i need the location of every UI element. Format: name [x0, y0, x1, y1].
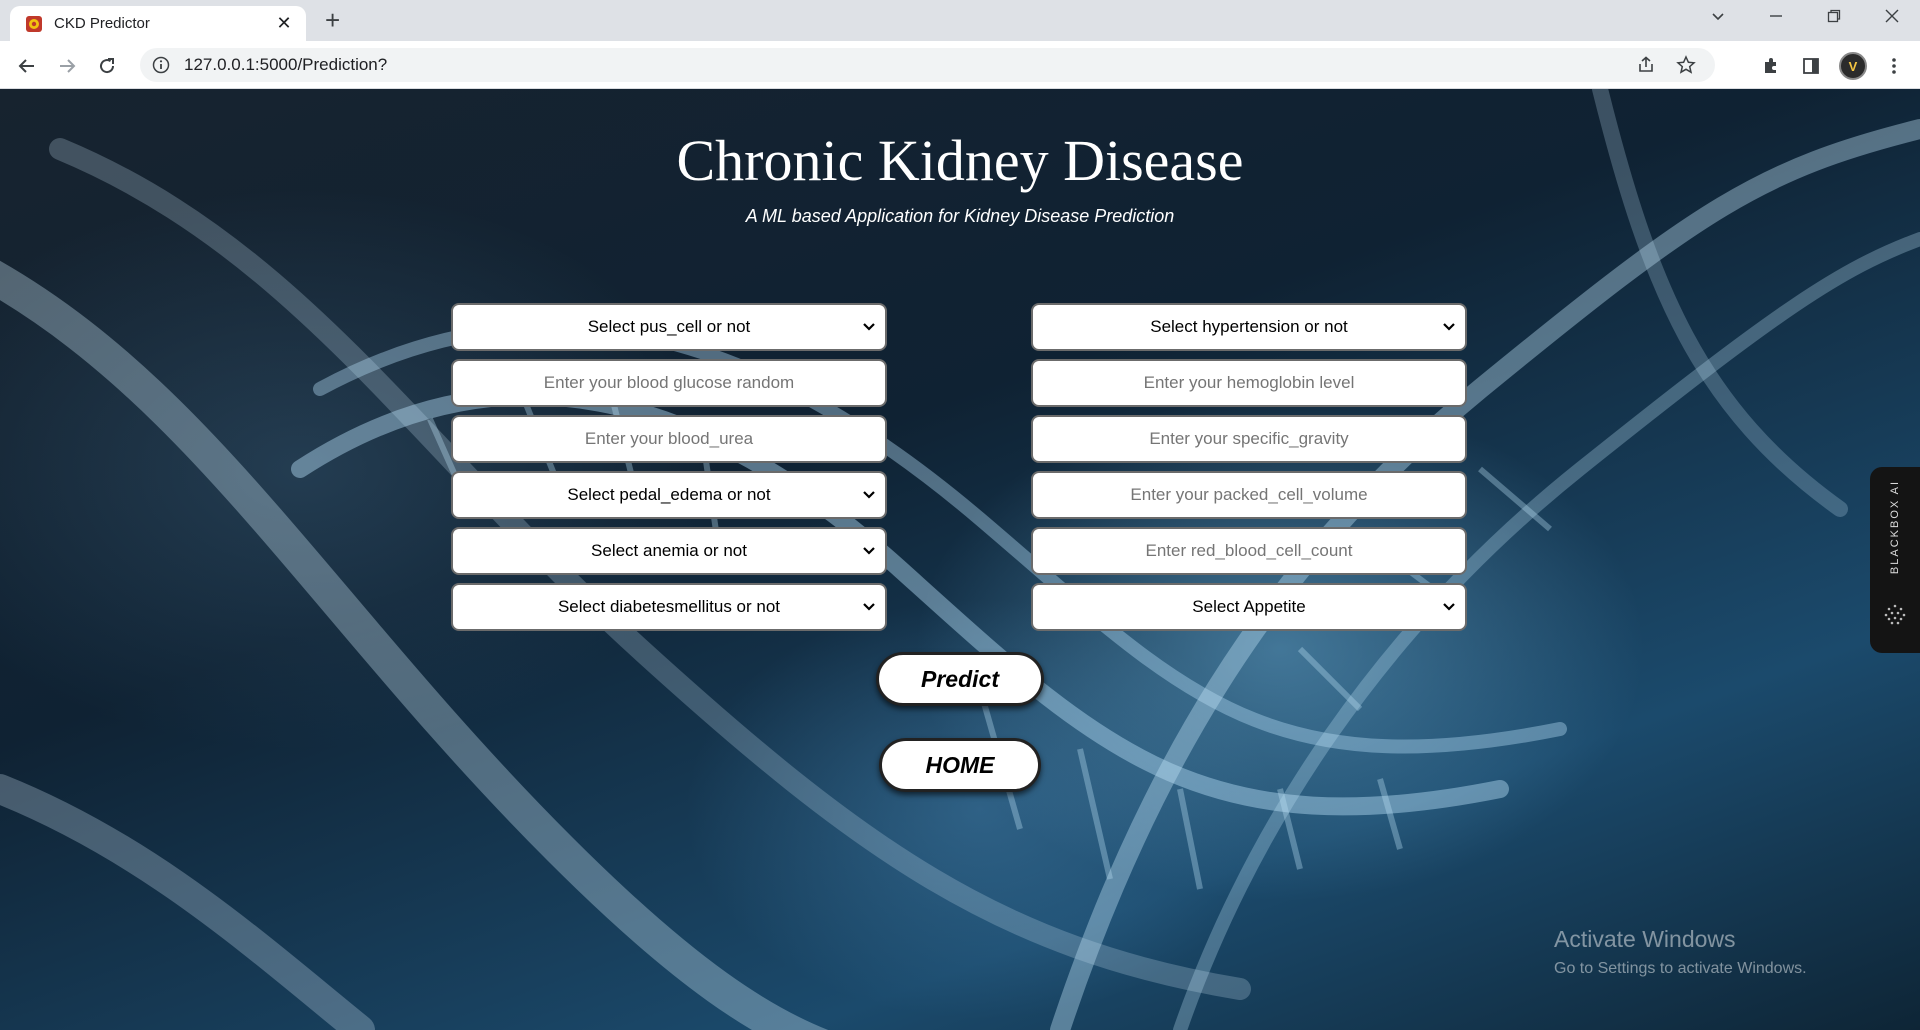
appetite-select[interactable]: Select Appetite — [1031, 583, 1467, 631]
anemia-select[interactable]: Select anemia or not — [451, 527, 887, 575]
extensions-puzzle-icon[interactable] — [1758, 53, 1784, 79]
pus-cell-select-text: Select pus_cell or not — [587, 317, 751, 336]
site-favicon-icon — [24, 14, 44, 34]
red-blood-cell-count-placeholder: Enter red_blood_cell_count — [1145, 541, 1353, 560]
tab-close-icon[interactable]: ✕ — [274, 13, 294, 34]
diabetes-mellitus-select[interactable]: Select diabetesmellitus or not — [451, 583, 887, 631]
activate-windows-title: Activate Windows — [1554, 926, 1736, 952]
minimize-icon[interactable] — [1764, 8, 1788, 29]
pedal-edema-select-text: Select pedal_edema or not — [567, 485, 771, 504]
url-text: 127.0.0.1:5000/Prediction? — [184, 55, 388, 74]
hypertension-select-text: Select hypertension or not — [1150, 317, 1348, 336]
blood-urea-input[interactable]: Enter your blood_urea — [451, 415, 887, 463]
home-button[interactable]: HOME — [879, 738, 1041, 792]
hypertension-select[interactable]: Select hypertension or not — [1031, 303, 1467, 351]
packed-cell-volume-input[interactable]: Enter your packed_cell_volume — [1031, 471, 1467, 519]
address-bar[interactable]: 127.0.0.1:5000/Prediction? — [140, 48, 1715, 82]
chevron-down-icon — [863, 491, 875, 499]
profile-avatar[interactable]: V — [1839, 52, 1867, 80]
page-title: Chronic Kidney Disease — [676, 128, 1244, 193]
chevron-down-icon — [1443, 323, 1455, 331]
prediction-page: Chronic Kidney Disease A ML based Applic… — [0, 89, 1920, 1030]
blood-glucose-random-placeholder: Enter your blood glucose random — [543, 373, 795, 392]
blood-glucose-random-input[interactable]: Enter your blood glucose random — [451, 359, 887, 407]
dna-background-image — [0, 89, 1920, 1030]
side-panel-icon[interactable] — [1798, 53, 1824, 79]
browser-menu-icon[interactable] — [1881, 53, 1907, 79]
blackbox-logo-icon — [1884, 604, 1906, 625]
hemoglobin-placeholder: Enter your hemoglobin level — [1143, 373, 1355, 392]
back-arrow-icon[interactable] — [14, 53, 40, 79]
tab-title: CKD Predictor — [54, 15, 150, 32]
browser-toolbar: 127.0.0.1:5000/Prediction? V — [0, 41, 1920, 89]
blood-urea-placeholder: Enter your blood_urea — [584, 429, 754, 448]
specific-gravity-input[interactable]: Enter your specific_gravity — [1031, 415, 1467, 463]
bookmark-star-icon[interactable] — [1675, 54, 1697, 76]
page-subtitle: A ML based Application for Kidney Diseas… — [745, 206, 1175, 226]
chevron-down-icon — [863, 547, 875, 555]
pus-cell-select[interactable]: Select pus_cell or not — [451, 303, 887, 351]
site-info-icon[interactable] — [152, 56, 170, 74]
share-icon[interactable] — [1635, 54, 1657, 76]
appetite-select-text: Select Appetite — [1192, 597, 1306, 616]
browser-tab-bar: CKD Predictor ✕ + — [0, 0, 1920, 41]
tab-search-chevron-icon[interactable] — [1706, 8, 1730, 29]
packed-cell-volume-placeholder: Enter your packed_cell_volume — [1130, 485, 1368, 504]
reload-icon[interactable] — [94, 53, 120, 79]
hemoglobin-input[interactable]: Enter your hemoglobin level — [1031, 359, 1467, 407]
red-blood-cell-count-input[interactable]: Enter red_blood_cell_count — [1031, 527, 1467, 575]
chevron-down-icon — [1443, 603, 1455, 611]
predict-button[interactable]: Predict — [876, 652, 1044, 706]
browser-tab[interactable]: CKD Predictor ✕ — [10, 6, 306, 41]
activate-windows-subtitle: Go to Settings to activate Windows. — [1554, 960, 1807, 977]
chevron-down-icon — [863, 603, 875, 611]
blackbox-ai-label: BLACKBOX AI — [1889, 479, 1901, 575]
blackbox-ai-sidebar-tab[interactable]: BLACKBOX AI — [1870, 467, 1920, 653]
chevron-down-icon — [863, 323, 875, 331]
diabetes-mellitus-select-text: Select diabetesmellitus or not — [557, 597, 781, 616]
close-window-icon[interactable] — [1880, 8, 1904, 29]
specific-gravity-placeholder: Enter your specific_gravity — [1149, 429, 1349, 448]
anemia-select-text: Select anemia or not — [591, 541, 747, 560]
pedal-edema-select[interactable]: Select pedal_edema or not — [451, 471, 887, 519]
forward-arrow-icon[interactable] — [54, 53, 80, 79]
new-tab-button[interactable]: + — [325, 7, 340, 33]
restore-icon[interactable] — [1822, 8, 1846, 29]
